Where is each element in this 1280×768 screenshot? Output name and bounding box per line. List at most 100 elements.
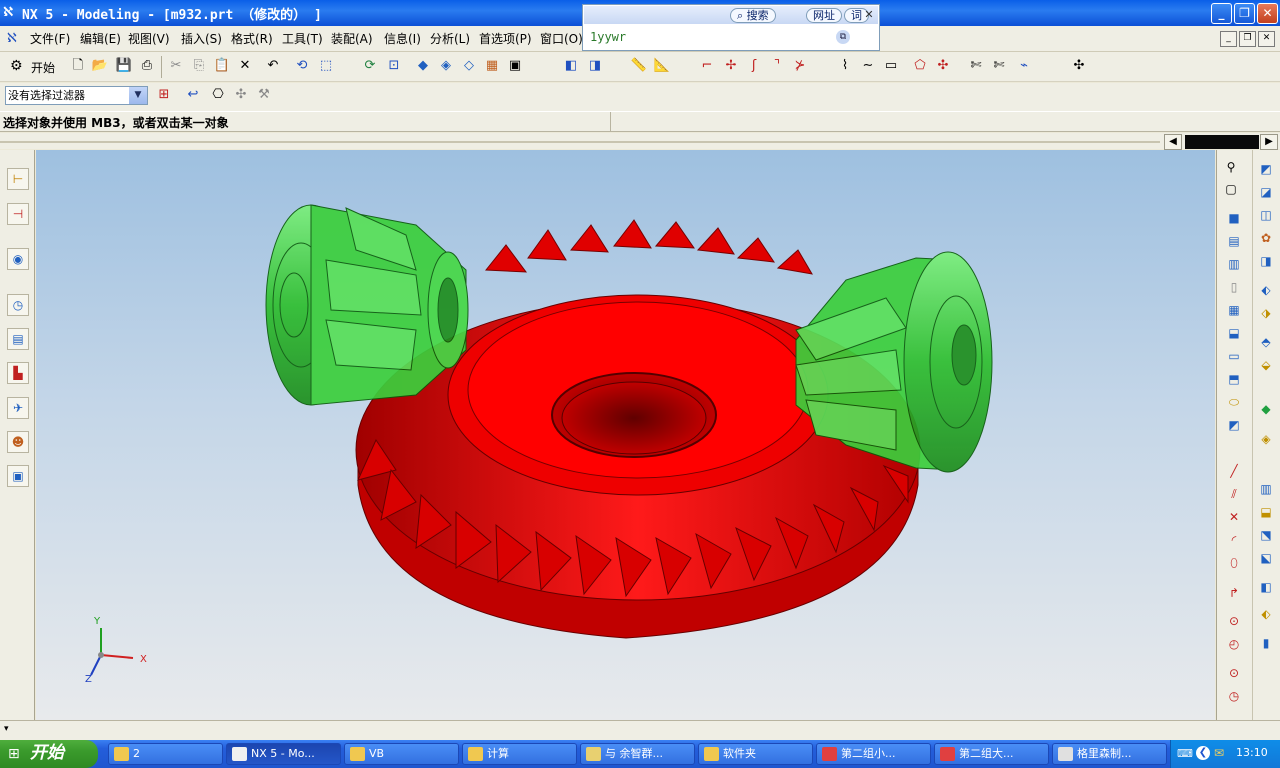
mdi-restore-icon[interactable]: ❐ xyxy=(1239,31,1256,47)
system-materials-icon[interactable]: ✈ xyxy=(7,397,29,419)
menu-view[interactable]: 视图(V) xyxy=(128,30,170,47)
trim-icon[interactable]: ✄ xyxy=(967,57,985,75)
nx-logo-icon[interactable]: ℵ xyxy=(3,5,19,21)
extract-icon[interactable]: ▮ xyxy=(1257,634,1275,652)
history-icon[interactable]: ◷ xyxy=(7,294,29,316)
maximize-icon[interactable]: ❐ xyxy=(1234,3,1255,24)
constraint-navigator-icon[interactable]: ⊣ xyxy=(7,203,29,225)
arc-icon[interactable]: ◜ xyxy=(1225,531,1243,549)
scroll-left-icon[interactable]: ◀ xyxy=(1164,134,1182,150)
menu-assembly[interactable]: 装配(A) xyxy=(331,30,373,47)
shaded-edges-icon[interactable]: ◈ xyxy=(437,57,455,75)
book-icon[interactable]: ▥ xyxy=(1257,480,1275,498)
through-curves-icon[interactable]: ◫ xyxy=(1257,206,1275,224)
task-nx[interactable]: NX 5 - Mo... xyxy=(226,743,341,765)
start-menu-icon[interactable]: ⚙ xyxy=(10,57,28,75)
save-icon[interactable]: 💾 xyxy=(115,57,133,75)
surface-icon[interactable]: ◩ xyxy=(1257,160,1275,178)
selection-icon[interactable]: ⬚ xyxy=(317,57,335,75)
refresh-icon[interactable]: ⟳ xyxy=(361,57,379,75)
keyboard-icon[interactable]: ⌨ xyxy=(1177,747,1193,760)
mirror-icon[interactable]: ◧ xyxy=(1257,578,1275,596)
close-icon[interactable]: ✕ xyxy=(1257,3,1278,24)
task-folder-software[interactable]: 软件夹 xyxy=(698,743,813,765)
measure-angle-icon[interactable]: 📐 xyxy=(653,57,671,75)
snap-control-icon[interactable]: ʃ xyxy=(745,57,763,75)
undo-icon[interactable]: ↶ xyxy=(264,57,282,75)
reuse-library-icon[interactable]: ▤ xyxy=(7,328,29,350)
layer-icon[interactable]: ◧ xyxy=(562,57,580,75)
search-input[interactable] xyxy=(590,28,830,46)
line-icon[interactable]: ╱ xyxy=(1225,462,1243,480)
layer-settings-icon[interactable]: ◨ xyxy=(586,57,604,75)
menu-format[interactable]: 格式(R) xyxy=(231,30,273,47)
pattern-icon[interactable]: ⬖ xyxy=(1257,605,1275,623)
roles-icon[interactable]: ☻ xyxy=(7,431,29,453)
print-icon[interactable]: ⎙ xyxy=(138,57,156,75)
circle-arc-icon[interactable]: ◴ xyxy=(1225,635,1243,653)
parallel-line-icon[interactable]: ⫽ xyxy=(1225,485,1243,503)
sew-icon[interactable]: ◈ xyxy=(1257,430,1275,448)
tray-expand-icon[interactable]: ❮ xyxy=(1196,746,1210,760)
open-file-icon[interactable]: 📂 xyxy=(91,57,109,75)
minimize-icon[interactable]: _ xyxy=(1211,3,1232,24)
revolve-icon[interactable]: ✣ xyxy=(934,57,952,75)
studio-icon[interactable]: ▦ xyxy=(483,57,501,75)
graphics-window[interactable]: Y X Z xyxy=(36,150,1215,720)
task-chat[interactable]: 与 余智群... xyxy=(580,743,695,765)
ellipse-icon[interactable]: ⬯ xyxy=(1225,554,1243,572)
snap-endpoint-icon[interactable]: ⌐ xyxy=(698,57,716,75)
wireframe-icon[interactable]: ◇ xyxy=(460,57,478,75)
fit-view-icon[interactable]: ⊡ xyxy=(385,57,403,75)
web-browser-icon[interactable]: ▣ xyxy=(7,465,29,487)
swept-icon[interactable]: ✿ xyxy=(1257,229,1275,247)
start-menu-button[interactable]: 开始 xyxy=(31,59,55,76)
face-blend-icon[interactable]: ◆ xyxy=(1257,400,1275,418)
nx-menu-icon[interactable]: ℵ xyxy=(7,31,23,46)
measure-distance-icon[interactable]: 📏 xyxy=(630,57,648,75)
scale-icon[interactable]: ⬕ xyxy=(1257,549,1275,567)
draft-icon[interactable]: ⬘ xyxy=(1257,333,1275,351)
pocket-icon[interactable]: ▭ xyxy=(1225,347,1243,365)
circle-icon[interactable]: ⊙ xyxy=(1225,612,1243,630)
scroll-thumb[interactable] xyxy=(1185,135,1259,149)
menu-window[interactable]: 窗口(O) xyxy=(540,30,583,47)
cone-icon[interactable]: ▥ xyxy=(1225,255,1243,273)
reset-filter-icon[interactable]: ↩ xyxy=(184,86,202,104)
thicken-icon[interactable]: ⬓ xyxy=(1257,503,1275,521)
task-folder-vb[interactable]: VB xyxy=(344,743,459,765)
chevron-down-icon[interactable]: ▼ xyxy=(129,87,147,104)
palette-icon[interactable]: ▙ xyxy=(7,362,29,384)
copy-icon[interactable]: ⧉ xyxy=(836,30,850,44)
tube-icon[interactable]: ▯ xyxy=(1225,278,1243,296)
close-icon[interactable]: ✕ xyxy=(862,8,876,22)
hole-icon[interactable]: ▦ xyxy=(1225,301,1243,319)
delete-icon[interactable]: ✕ xyxy=(236,57,254,75)
assembly-navigator-icon[interactable]: ⊢ xyxy=(7,168,29,190)
offset-surface-icon[interactable]: ⬖ xyxy=(1257,281,1275,299)
fillet-curve-icon[interactable]: ↱ xyxy=(1225,584,1243,602)
menu-edit[interactable]: 编辑(E) xyxy=(80,30,121,47)
url-button[interactable]: 网址 xyxy=(806,8,842,23)
boss-icon[interactable]: ⬓ xyxy=(1225,324,1243,342)
quick-pick-icon[interactable]: ⚒ xyxy=(255,86,273,104)
menu-preferences[interactable]: 首选项(P) xyxy=(479,30,532,47)
menu-tools[interactable]: 工具(T) xyxy=(282,30,323,47)
part-navigator-icon[interactable]: ◉ xyxy=(7,248,29,270)
selection-scope-icon[interactable]: ⊞ xyxy=(155,86,173,104)
copy-icon[interactable]: ⎘ xyxy=(190,57,208,75)
view-orientation-icon[interactable]: ▣ xyxy=(506,57,524,75)
block-icon[interactable]: ■ xyxy=(1225,209,1243,227)
rectangle-icon[interactable]: ▭ xyxy=(882,57,900,75)
select-all-icon[interactable]: ⎔ xyxy=(209,86,227,104)
slot-icon[interactable]: ⬭ xyxy=(1225,393,1243,411)
cylinder-icon[interactable]: ▤ xyxy=(1225,232,1243,250)
arc-center-icon[interactable]: ◷ xyxy=(1225,687,1243,705)
shaded-icon[interactable]: ◆ xyxy=(414,57,432,75)
menu-insert[interactable]: 插入(S) xyxy=(181,30,222,47)
menu-file[interactable]: 文件(F) xyxy=(30,30,70,47)
task-folder-calc[interactable]: 计算 xyxy=(462,743,577,765)
mdi-close-icon[interactable]: ✕ xyxy=(1258,31,1275,47)
scroll-right-icon[interactable]: ▶ xyxy=(1260,134,1278,150)
menu-info[interactable]: 信息(I) xyxy=(384,30,421,47)
